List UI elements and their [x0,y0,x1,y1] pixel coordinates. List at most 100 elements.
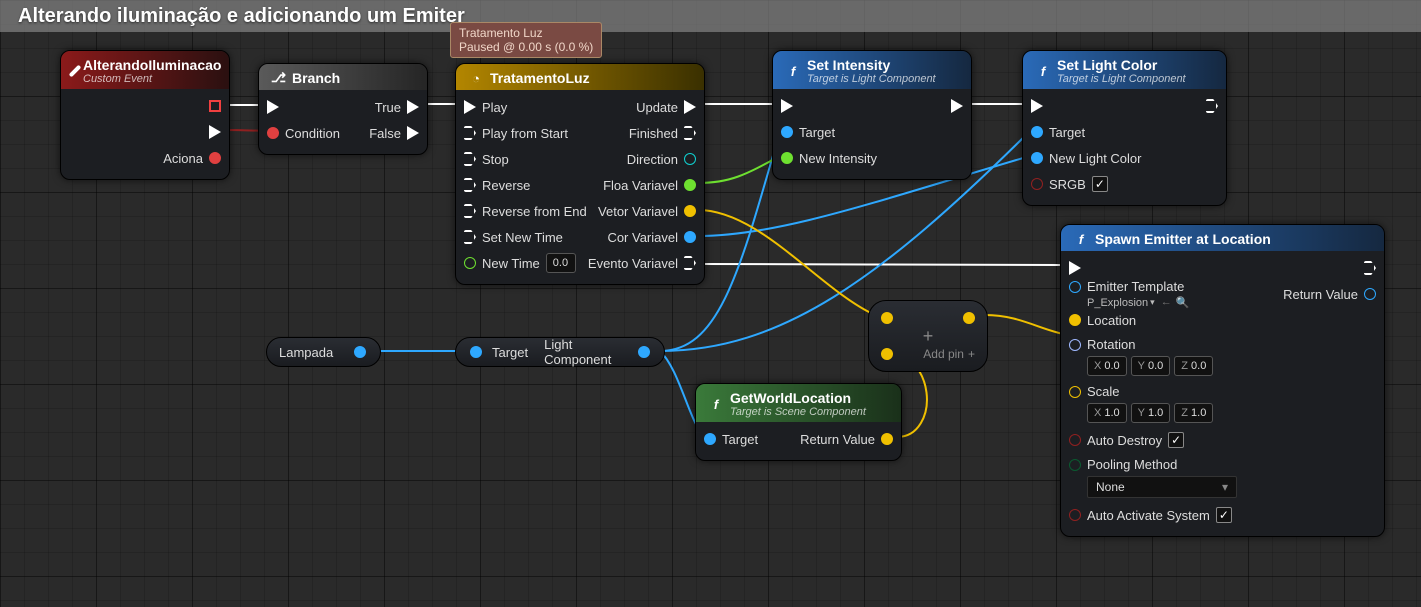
node-header[interactable]: Set Light Color Target is Light Componen… [1023,51,1226,89]
node-get-world-location[interactable]: GetWorldLocation Target is Scene Compone… [695,383,902,461]
add-pin-label: Add pin [923,347,964,361]
exec-out-pin[interactable] [209,125,221,139]
true-pin[interactable] [407,100,419,114]
lightcomp-out-pin[interactable] [638,346,650,358]
node-timeline[interactable]: TratamentoLuz Play Update Play from Star… [455,63,705,285]
node-header[interactable]: AlterandoIluminacao Custom Event [61,51,229,89]
scale-pin[interactable] [1069,386,1081,398]
reroute-in-pin-1[interactable] [881,312,893,324]
emitter-template-value[interactable]: P_Explosion [1087,297,1148,309]
pin-label: Vetor Variavel [598,204,678,219]
srgb-pin[interactable] [1031,178,1043,190]
pooling-method-pin[interactable] [1069,459,1081,471]
false-pin[interactable] [407,126,419,140]
pin-label: Direction [627,152,678,167]
reroute-node[interactable]: + Add pin+ [868,300,988,372]
auto-activate-checkbox[interactable]: ✓ [1216,507,1232,523]
newtime-value[interactable]: 0.0 [546,253,576,273]
node-set-light-color[interactable]: Set Light Color Target is Light Componen… [1022,50,1227,206]
node-spawn-emitter[interactable]: Spawn Emitter at Location Emitter Templa… [1060,224,1385,537]
srgb-checkbox[interactable]: ✓ [1092,176,1108,192]
auto-destroy-pin[interactable] [1069,434,1081,446]
new-light-color-pin[interactable] [1031,152,1043,164]
return-value-pin[interactable] [1364,288,1376,300]
auto-activate-pin[interactable] [1069,509,1081,521]
find-icon[interactable]: 🔍 [1176,296,1190,309]
function-icon [785,64,801,79]
reverse-pin[interactable] [464,178,476,192]
finished-pin[interactable] [684,126,696,140]
target-in-pin[interactable] [704,433,716,445]
event-var-pin[interactable] [684,256,696,270]
new-intensity-pin[interactable] [781,152,793,164]
condition-pin[interactable] [267,127,279,139]
exec-in-pin[interactable] [1031,99,1043,113]
pin-label: Play [482,100,507,115]
node-header[interactable]: TratamentoLuz [456,64,704,90]
update-pin[interactable] [684,100,696,114]
pooling-method-dropdown[interactable]: None [1087,476,1237,498]
variable-lampada[interactable]: Lampada [266,337,381,367]
vector-var-pin[interactable] [684,205,696,217]
node-title: Spawn Emitter at Location [1095,231,1271,247]
add-pin-button[interactable]: + [968,347,975,361]
node-header[interactable]: GetWorldLocation Target is Scene Compone… [696,384,901,422]
delegate-pin[interactable] [209,100,221,112]
node-header[interactable]: ⎇ Branch [259,64,427,90]
exec-in-pin[interactable] [781,99,793,113]
rot-x-input[interactable]: X0.0 [1087,356,1127,376]
pin-label: Location [1087,313,1136,328]
pin-label: Evento Variavel [588,256,678,271]
node-header[interactable]: Spawn Emitter at Location [1061,225,1384,251]
float-var-pin[interactable] [684,179,696,191]
emitter-template-pin[interactable] [1069,281,1081,293]
play-pin[interactable] [464,100,476,114]
branch-icon: ⎇ [271,70,286,86]
node-subtitle: Target is Light Component [1057,73,1186,85]
target-pin[interactable] [781,126,793,138]
pin-label: New Light Color [1049,151,1142,166]
event-icon [69,65,82,78]
pin-label: Target [1049,125,1085,140]
rot-y-input[interactable]: Y0.0 [1131,356,1171,376]
color-var-pin[interactable] [684,231,696,243]
stop-pin[interactable] [464,152,476,166]
target-in-pin[interactable] [470,346,482,358]
lampada-out-pin[interactable] [354,346,366,358]
scale-x-input[interactable]: X1.0 [1087,403,1127,423]
exec-out-pin[interactable] [1364,261,1376,275]
exec-in-pin[interactable] [1069,261,1081,275]
aciona-pin[interactable] [209,152,221,164]
exec-out-pin[interactable] [1206,99,1218,113]
pin-label: Auto Destroy [1087,433,1162,448]
exec-out-pin[interactable] [951,99,963,113]
pin-label: Finished [629,126,678,141]
scale-y-input[interactable]: Y1.0 [1131,403,1171,423]
var-name: Lampada [279,345,344,360]
target-pin[interactable] [1031,126,1043,138]
node-set-intensity[interactable]: Set Intensity Target is Light Component … [772,50,972,180]
rotation-pin[interactable] [1069,339,1081,351]
scale-z-input[interactable]: Z1.0 [1174,403,1213,423]
play-start-pin[interactable] [464,126,476,140]
node-custom-event[interactable]: AlterandoIluminacao Custom Event Aciona [60,50,230,180]
reverse-end-pin[interactable] [464,204,476,218]
pin-label: Auto Activate System [1087,508,1210,523]
pin-label: Set New Time [482,230,563,245]
reroute-out-pin-1[interactable] [963,312,975,324]
rot-z-input[interactable]: Z0.0 [1174,356,1213,376]
tooltip-line1: Tratamento Luz [459,26,593,40]
reroute-in-pin-2[interactable] [881,348,893,360]
location-pin[interactable] [1069,314,1081,326]
exec-in-pin[interactable] [267,100,279,114]
browse-icon[interactable]: ← [1161,296,1172,309]
node-subtitle: Target is Scene Component [730,406,866,418]
node-branch[interactable]: ⎇ Branch True Condition False [258,63,428,155]
node-header[interactable]: Set Intensity Target is Light Component [773,51,971,89]
component-target-cast[interactable]: Target Light Component [455,337,665,367]
setnewtime-pin[interactable] [464,230,476,244]
return-value-pin[interactable] [881,433,893,445]
direction-pin[interactable] [684,153,696,165]
newtime-pin[interactable] [464,257,476,269]
auto-destroy-checkbox[interactable]: ✓ [1168,432,1184,448]
